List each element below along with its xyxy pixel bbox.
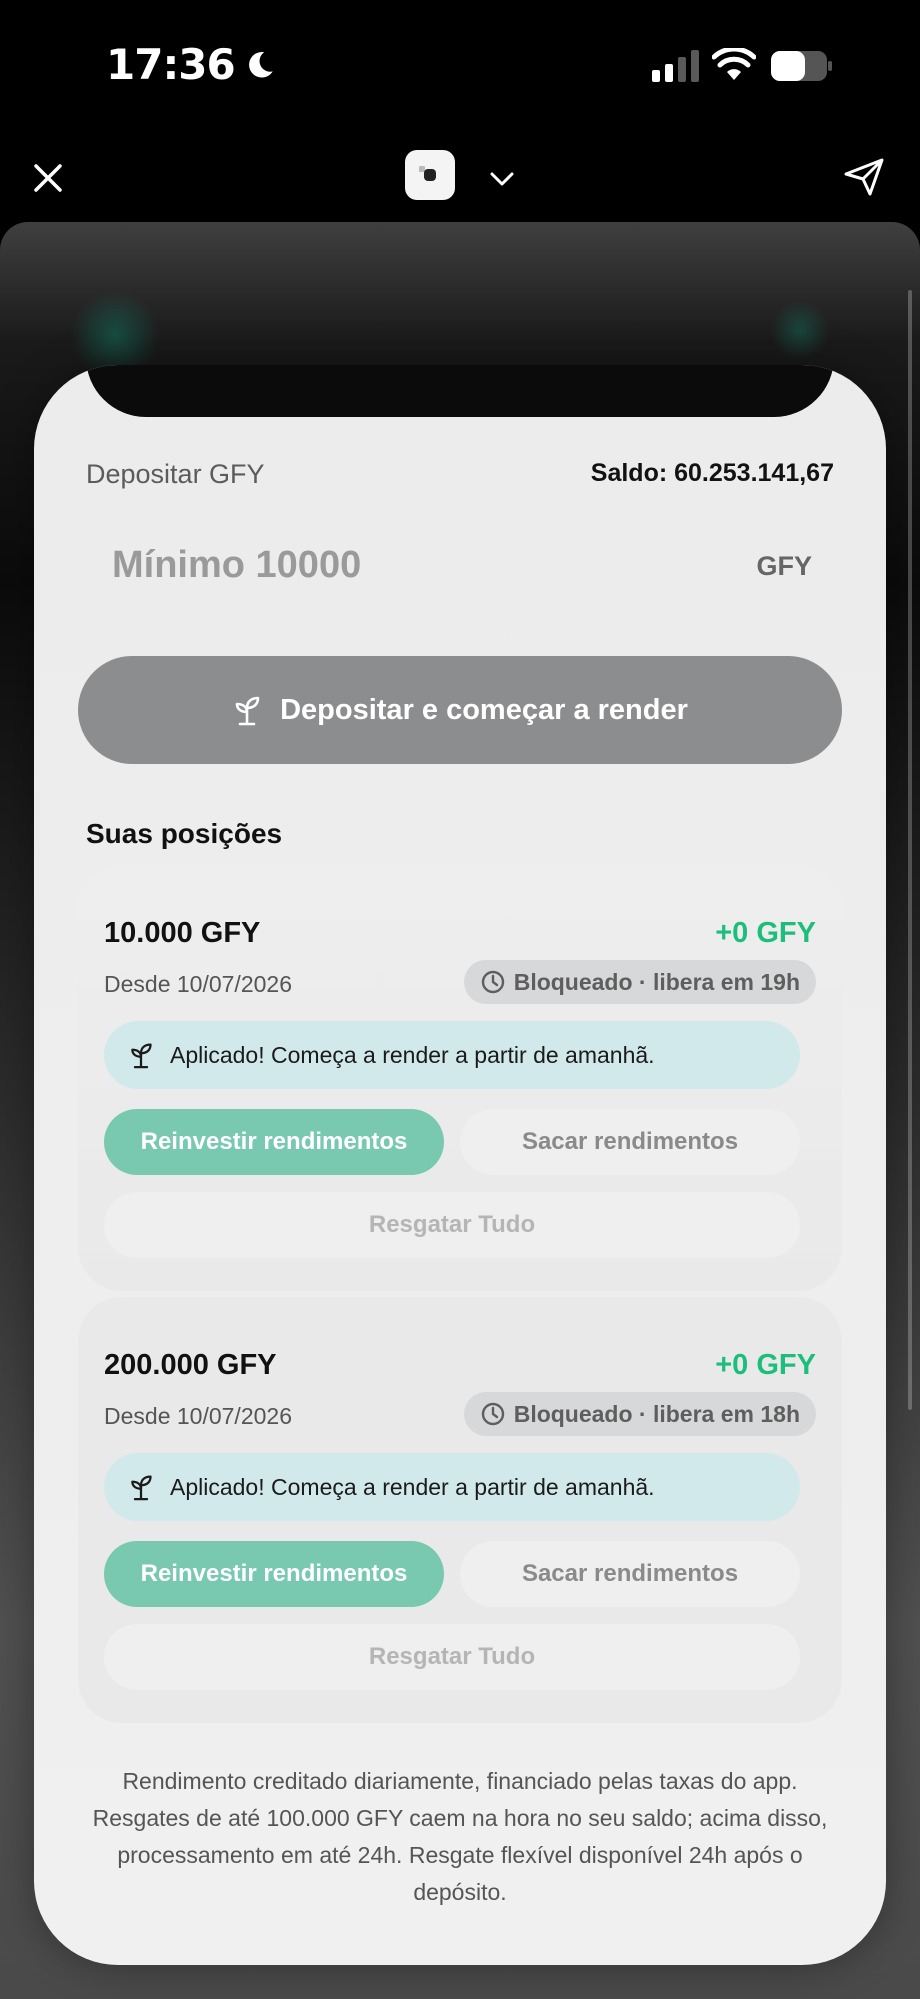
lock-status-badge: Bloqueado · libera em 18h (463, 1392, 816, 1436)
footnote: Rendimento creditado diariamente, financ… (92, 1768, 828, 1905)
position-amount: 10.000 GFY (104, 917, 261, 949)
position-gain: +0 GFY (715, 1349, 816, 1381)
withdraw-earnings-button[interactable]: Sacar rendimentos (460, 1541, 800, 1607)
chevron-down-icon[interactable] (485, 162, 519, 196)
background-glow (770, 300, 830, 360)
balance-text: Saldo: 60.253.141,67 (590, 459, 834, 487)
position-card: 10.000 GFY +0 GFY Desde 10/07/2026 Bloqu… (78, 865, 842, 1291)
position-since: Desde 10/07/2026 (104, 971, 292, 997)
signal-icon (652, 50, 699, 82)
deposit-label: Depositar GFY (86, 459, 265, 489)
sprout-icon (131, 1043, 152, 1069)
status-time: 17:36 (106, 40, 277, 89)
info-banner: Aplicado! Começa a render a partir de am… (104, 1453, 800, 1521)
deposit-button[interactable]: Depositar e começar a render (78, 656, 842, 764)
position-since: Desde 10/07/2026 (104, 1403, 292, 1429)
reinvest-button[interactable]: Reinvestir rendimentos (104, 1541, 444, 1607)
lock-status-text: Bloqueado · libera em 18h (513, 1400, 800, 1427)
currency-label: GFY (756, 551, 812, 581)
sprout-icon (235, 696, 260, 726)
story-top-bar (0, 140, 920, 230)
position-amount: 200.000 GFY (104, 1349, 277, 1381)
battery-icon (771, 51, 832, 81)
scrollbar[interactable] (908, 290, 912, 1410)
send-icon[interactable] (842, 154, 886, 198)
status-time-text: 17:36 (106, 40, 236, 89)
info-banner: Aplicado! Começa a render a partir de am… (104, 1021, 800, 1089)
sprout-icon (131, 1475, 152, 1501)
amount-input[interactable] (86, 525, 834, 605)
clock-icon (481, 970, 504, 994)
moon-icon (248, 51, 273, 78)
clock-icon (481, 1402, 504, 1426)
deposit-card: Depositar GFY Saldo: 60.253.141,67 GFY D… (34, 365, 886, 1965)
app-icon[interactable] (405, 150, 455, 200)
position-card: 200.000 GFY +0 GFY Desde 10/07/2026 Bloq… (78, 1297, 842, 1723)
info-banner-text: Aplicado! Começa a render a partir de am… (170, 1041, 655, 1068)
wifi-icon (712, 48, 756, 80)
redeem-all-button[interactable]: Resgatar Tudo (104, 1192, 800, 1258)
lock-status-badge: Bloqueado · libera em 19h (463, 960, 816, 1004)
close-icon[interactable] (28, 158, 68, 198)
lock-status-text: Bloqueado · libera em 19h (513, 968, 800, 995)
withdraw-earnings-button[interactable]: Sacar rendimentos (460, 1109, 800, 1175)
card-notch (86, 365, 834, 417)
position-gain: +0 GFY (715, 917, 816, 949)
deposit-button-label: Depositar e começar a render (280, 693, 688, 726)
reinvest-button[interactable]: Reinvestir rendimentos (104, 1109, 444, 1175)
info-banner-text: Aplicado! Começa a render a partir de am… (170, 1473, 655, 1500)
redeem-all-button[interactable]: Resgatar Tudo (104, 1624, 800, 1690)
positions-title: Suas posições (86, 818, 283, 849)
status-bar: 17:36 (0, 0, 920, 140)
